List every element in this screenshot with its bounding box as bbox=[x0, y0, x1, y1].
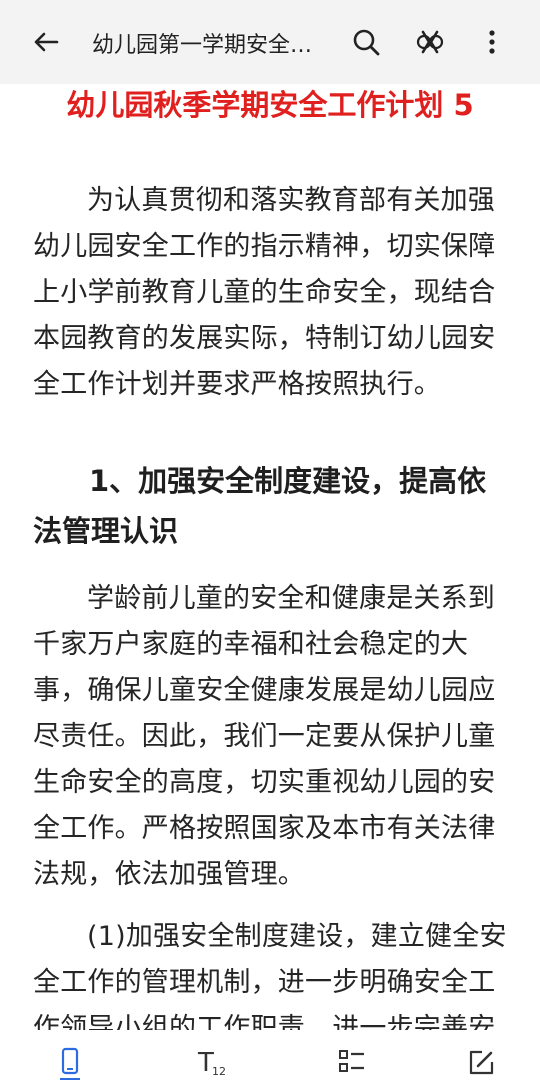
top-app-bar: 幼儿园第一学期安全… bbox=[0, 0, 540, 84]
text-size-number: 12 bbox=[212, 1065, 226, 1078]
document-content[interactable]: 幼儿园秋季学期安全工作计划 5 为认真贯彻和落实教育部有关加强幼儿园安全工作的指… bbox=[0, 84, 540, 1030]
more-vertical-icon[interactable] bbox=[476, 26, 508, 58]
text-size-icon[interactable]: T 12 bbox=[196, 1046, 228, 1078]
contents-list-icon[interactable] bbox=[336, 1046, 368, 1078]
phone-view-icon[interactable] bbox=[54, 1046, 86, 1078]
bottom-toolbar: T 12 bbox=[0, 1030, 540, 1080]
document-heading: 幼儿园秋季学期安全工作计划 5 bbox=[66, 88, 474, 122]
edit-icon[interactable] bbox=[466, 1046, 498, 1078]
paragraph-list-item: (1)加强安全制度建设，建立健全安全工作的管理机制，进一步明确安全工作领导小组的… bbox=[33, 921, 507, 1030]
paragraph-body: 学龄前儿童的安全和健康是关系到千家万户家庭的幸福和社会稳定的大事，确保儿童安全健… bbox=[33, 583, 496, 890]
back-arrow-icon[interactable] bbox=[30, 26, 62, 58]
document-title-bar: 幼儿园第一学期安全… bbox=[92, 33, 313, 58]
search-icon[interactable] bbox=[350, 26, 382, 58]
paragraph-intro: 为认真贯彻和落实教育部有关加强幼儿园安全工作的指示精神，切实保障上小学前教育儿童… bbox=[33, 185, 496, 400]
section-heading: 1、加强安全制度建设，提高依法管理认识 bbox=[33, 464, 487, 548]
transfer-icon[interactable] bbox=[414, 26, 446, 58]
